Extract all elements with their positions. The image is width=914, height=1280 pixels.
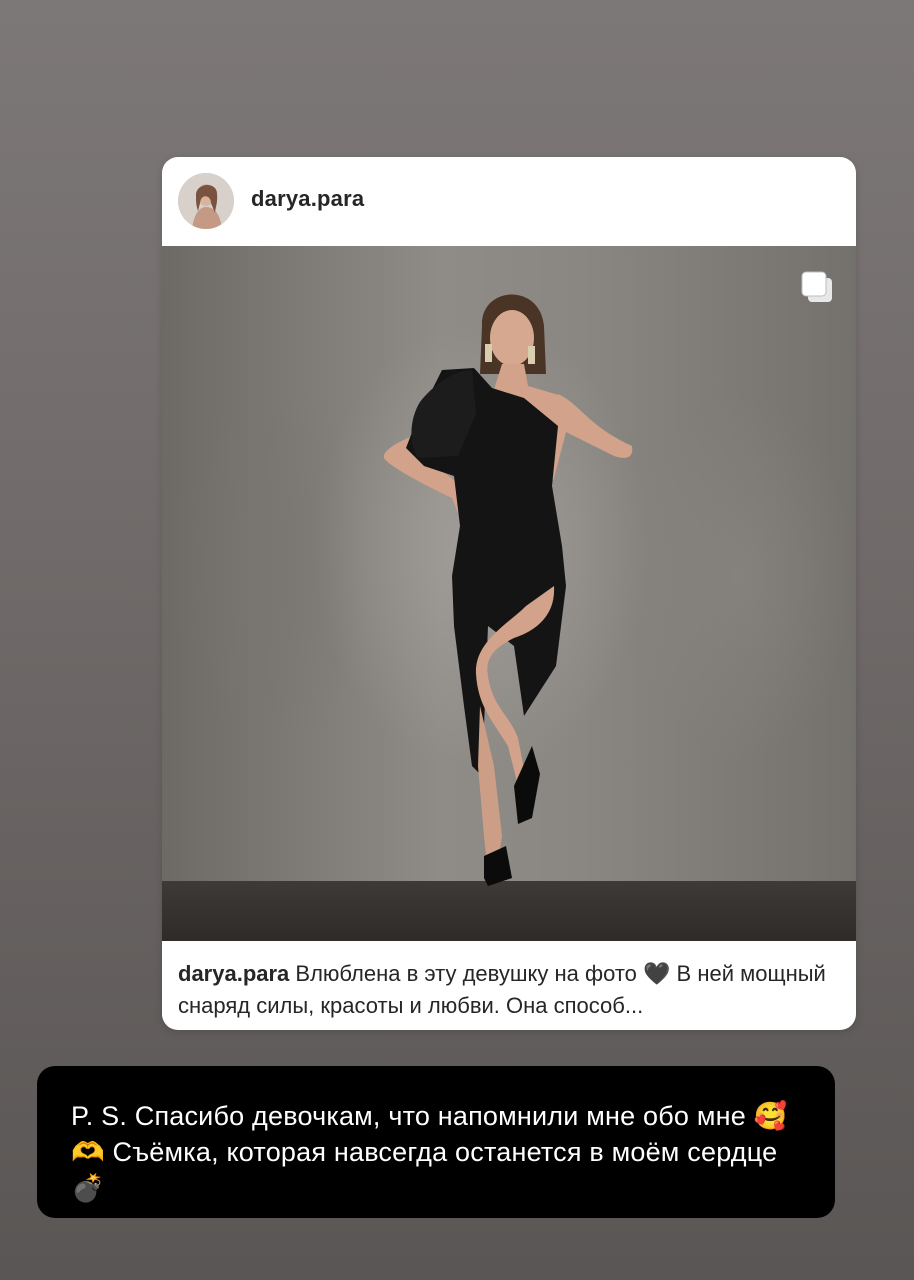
post-username[interactable]: darya.para — [251, 186, 364, 212]
post-photo[interactable] — [162, 246, 856, 941]
post-header: darya.para — [162, 157, 856, 245]
profile-avatar[interactable] — [178, 173, 234, 229]
caption-username[interactable]: darya.para — [178, 961, 289, 986]
story-text-note: P. S. Спасибо девочкам, что напомнили мн… — [37, 1066, 835, 1218]
woman-in-black-dress-figure — [383, 294, 633, 886]
story-note-text: P. S. Спасибо девочкам, что напомнили мн… — [71, 1101, 788, 1203]
avatar-portrait-graphic — [178, 173, 234, 229]
post-caption: darya.para Влюблена в эту девушку на фот… — [178, 958, 844, 1022]
shared-post-card[interactable]: darya.para darya.para Влюблена в эту дев… — [162, 157, 856, 1030]
carousel-multiple-icon — [800, 270, 834, 304]
